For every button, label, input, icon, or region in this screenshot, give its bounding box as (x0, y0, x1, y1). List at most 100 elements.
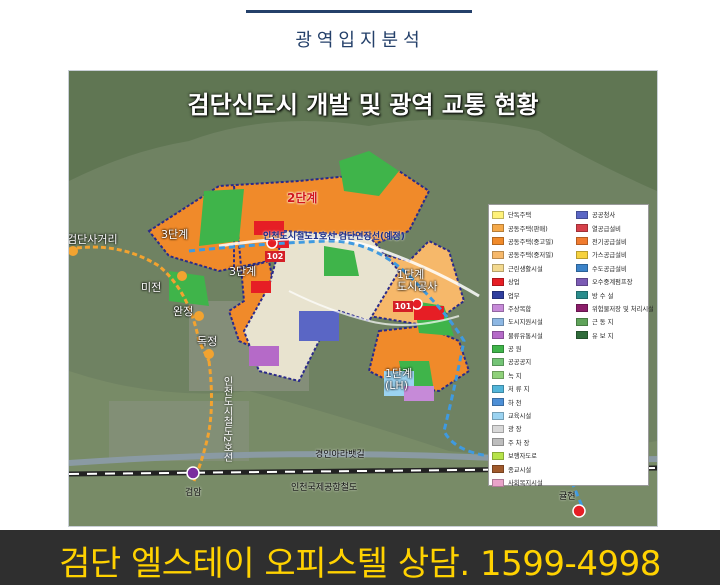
legend-swatch (576, 237, 588, 246)
legend-swatch (492, 384, 504, 393)
place-wanjeong: 완정 (173, 305, 194, 318)
legend-label: 공동주택(중고밀) (508, 238, 554, 246)
legend-item: 근린생활시설 (492, 262, 576, 275)
legend-swatch (492, 317, 504, 326)
legend-label: 저 류 지 (508, 386, 530, 394)
legend-label: 업무 (508, 292, 520, 300)
legend-swatch (576, 277, 588, 286)
legend-label: 공동주택(중저밀) (508, 252, 554, 260)
legend-swatch (492, 478, 504, 487)
line1-extension-label: 인천도시철도1호선 검단연장선(예정) (263, 232, 405, 242)
legend-swatch (492, 291, 504, 300)
place-airport-railroad: 인천국제공항철도 (291, 483, 358, 493)
legend-swatch (576, 224, 588, 233)
legend-item: 공공공지 (492, 355, 576, 368)
legend-item: 저 류 지 (492, 382, 576, 395)
legend-label: 녹 지 (508, 372, 522, 380)
legend-item: 방 수 설 (576, 288, 653, 301)
place-incheon-line2: 인천도시철도2호선 (221, 376, 232, 463)
legend-swatch (576, 331, 588, 340)
legend-item: 업무 (492, 288, 576, 301)
place-geomdan-sageori: 검단사거리 (68, 233, 118, 246)
legend-swatch (576, 250, 588, 259)
phase-2-label: 2단계 (287, 191, 318, 205)
legend-item: 공공청사 (576, 208, 653, 221)
legend-label: 방 수 설 (592, 292, 614, 300)
legend-swatch (492, 451, 504, 460)
legend-label: 유 보 지 (592, 332, 614, 340)
legend-label: 공공공지 (508, 359, 532, 367)
legend-label: 위험물저장 및 처리시설 (592, 305, 653, 313)
legend-item: 공동주택(중고밀) (492, 235, 576, 248)
legend-label: 공동주택(판매) (508, 225, 548, 233)
legend-label: 보행자도로 (508, 453, 537, 461)
map-title: 검단신도시 개발 및 광역 교통 현황 (187, 91, 539, 119)
legend-label: 주상복합 (508, 305, 532, 313)
legend-item: 수도공급설비 (576, 262, 653, 275)
legend-swatch (576, 291, 588, 300)
place-dokjeong: 독정 (197, 335, 218, 348)
legend-label: 가스공급설비 (592, 252, 627, 260)
legend-label: 종교시설 (508, 466, 532, 474)
legend-item: 사회복지시설 (492, 476, 576, 489)
legend-label: 도시지원시설 (508, 319, 543, 327)
legend-label: 상업 (508, 279, 520, 287)
legend-label: 사회복지시설 (508, 480, 543, 487)
legend-label: 오수중계펌프장 (592, 279, 633, 287)
legend-label: 하 천 (508, 399, 522, 407)
place-geomam: 검암 (185, 488, 202, 498)
legend-label: 수도공급설비 (592, 265, 627, 273)
phase-1-citycorp-label: 1단계 도시공사 (397, 268, 438, 293)
legend-swatch (576, 264, 588, 273)
legend-item: 광 장 (492, 422, 576, 435)
legend-item: 주 차 장 (492, 436, 576, 449)
legend-label: 주 차 장 (508, 439, 530, 447)
page-heading: 광역입지분석 (295, 30, 425, 51)
legend-item: 하 천 (492, 395, 576, 408)
legend-label: 물류유통시설 (508, 332, 543, 340)
legend-item: 가스공급설비 (576, 248, 653, 261)
legend-item: 보행자도로 (492, 449, 576, 462)
legend-swatch (576, 304, 588, 313)
legend-item: 단독주택 (492, 208, 576, 221)
legend-item: 유 보 지 (576, 329, 653, 342)
legend-swatch (492, 304, 504, 313)
legend-item: 공동주택(중저밀) (492, 248, 576, 261)
legend-item: 공 원 (492, 342, 576, 355)
phase-3-label-west: 3단계 (161, 228, 189, 241)
legend-label: 공 원 (508, 346, 522, 354)
legend-swatch (492, 344, 504, 353)
legend-item: 근 동 지 (576, 315, 653, 328)
place-mijeon: 미전 (141, 281, 162, 294)
legend-item: 종교시설 (492, 462, 576, 475)
legend-item: 공동주택(판매) (492, 221, 576, 234)
station-102-badge: 102 (265, 251, 285, 262)
legend-label: 근 동 지 (592, 319, 614, 327)
legend-swatch (492, 237, 504, 246)
legend-swatch (492, 465, 504, 474)
legend-item: 상업 (492, 275, 576, 288)
legend-item: 전기공급설비 (576, 235, 653, 248)
legend-item: 물류유통시설 (492, 329, 576, 342)
place-gyeongin-ara: 경인아라뱃길 (315, 450, 365, 460)
legend-item: 주상복합 (492, 302, 576, 315)
legend-item: 도시지원시설 (492, 315, 576, 328)
legend-label: 광 장 (508, 426, 522, 434)
header-rule (246, 10, 472, 13)
legend-swatch (492, 277, 504, 286)
legend-item: 오수중계펌프장 (576, 275, 653, 288)
legend-swatch (492, 264, 504, 273)
legend-swatch (492, 331, 504, 340)
legend-swatch (492, 357, 504, 366)
legend-label: 공공청사 (592, 212, 616, 220)
contact-banner: 검단 엘스테이 오피스텔 상담. 1599-4998 (0, 530, 720, 585)
legend-item: 녹 지 (492, 369, 576, 382)
map-legend: 단독주택공동주택(판매) 공동주택(중고밀) 공동주택(중저밀) 근린생활시설상업업무… (488, 204, 653, 489)
legend-swatch (492, 411, 504, 420)
legend-label: 단독주택 (508, 212, 532, 220)
legend-swatch (492, 371, 504, 380)
legend-swatch (492, 438, 504, 447)
station-101-badge: 101 (393, 301, 413, 312)
legend-swatch (492, 210, 504, 219)
legend-item: 위험물저장 및 처리시설 (576, 302, 653, 315)
